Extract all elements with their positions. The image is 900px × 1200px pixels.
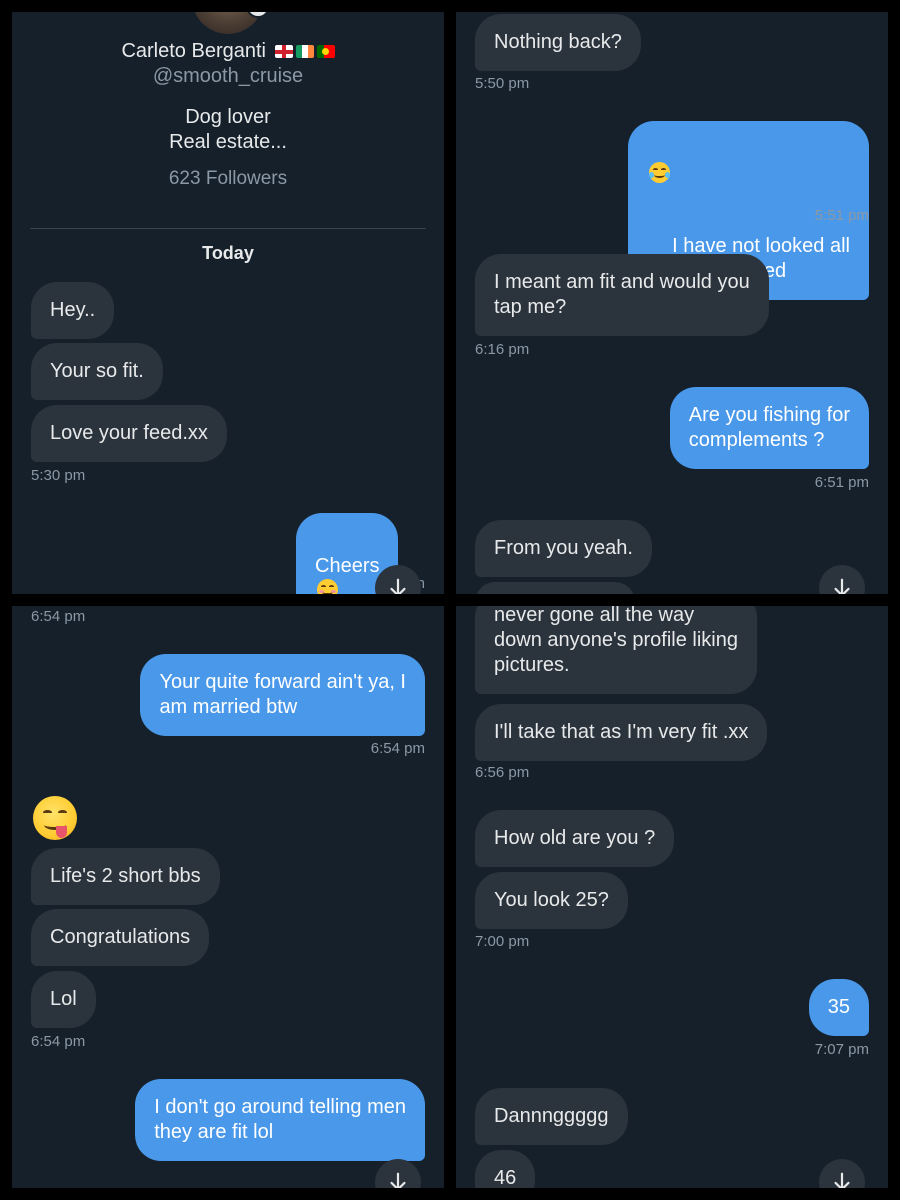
profile-bio: Dog lover Real estate...: [169, 106, 287, 153]
message-text: Cheers: [315, 555, 380, 577]
message-timestamp: 5:50 pm: [475, 75, 530, 92]
portugal-flag-icon: [316, 45, 335, 58]
message-timestamp: 6:54 pm: [370, 740, 425, 757]
message-bubble-incoming[interactable]: Love your feed.xx: [31, 405, 227, 462]
message-timestamp: 6:56 pm: [475, 764, 530, 781]
message-bubble-incoming[interactable]: You look 25?: [475, 872, 628, 929]
message-bubble-incoming[interactable]: I meant am fit and would you tap me?: [475, 254, 769, 336]
chat-panel-1: Carleto Berganti @smooth_cruise Dog love…: [12, 12, 444, 594]
scroll-to-bottom-button[interactable]: [819, 1159, 865, 1188]
scroll-to-bottom-button[interactable]: [819, 565, 865, 594]
profile-name-text: Carleto Berganti: [121, 40, 266, 62]
message-timestamp: 6:51 pm: [814, 474, 869, 491]
message-timestamp: 7:00 pm: [475, 933, 530, 950]
message-bubble-incoming[interactable]: never gone all the way down anyone's pro…: [475, 606, 757, 694]
ireland-flag-icon: [295, 45, 314, 58]
message-timestamp: 6:54 pm: [31, 1033, 86, 1050]
yum-face-icon[interactable]: [33, 796, 77, 840]
arrow-down-icon: [834, 578, 850, 594]
message-bubble-incoming[interactable]: Nothing back?: [475, 14, 641, 71]
message-bubble-outgoing[interactable]: Your quite forward ain't ya, I am marrie…: [140, 654, 425, 736]
message-bubble-incoming[interactable]: I'll take that as I'm very fit .xx: [475, 704, 768, 761]
message-timestamp: 5:51 pm: [814, 207, 869, 224]
arrow-down-icon: [390, 578, 406, 594]
chat-panel-4: never gone all the way down anyone's pro…: [456, 606, 888, 1188]
smiling-face-icon: [317, 579, 338, 594]
message-bubble-outgoing[interactable]: Are you fishing for complements ?: [669, 387, 869, 469]
date-header: Today: [202, 243, 254, 263]
arrow-down-icon: [390, 1172, 406, 1188]
rofl-icon: [649, 162, 671, 183]
england-flag-icon: [274, 45, 293, 58]
message-bubble-incoming[interactable]: Congratulations: [31, 909, 210, 966]
message-bubble-outgoing[interactable]: I don't go around telling men they are f…: [135, 1079, 425, 1161]
followers-count[interactable]: 623 Followers: [12, 168, 444, 190]
chat-panel-2: Nothing back? 5:50 pm I have not looked …: [456, 12, 888, 594]
chat-panel-3: 6:54 pm Your quite forward ain't ya, I a…: [12, 606, 444, 1188]
message-bubble-incoming[interactable]: Lol: [31, 971, 96, 1028]
message-bubble-incoming[interactable]: Hey..: [31, 282, 115, 339]
message-bubble-incoming[interactable]: 46: [475, 1150, 536, 1188]
profile-avatar[interactable]: [192, 12, 270, 34]
message-bubble-incoming[interactable]: Dannnggggg: [475, 1088, 628, 1145]
message-bubble-incoming-partial[interactable]: [475, 582, 635, 594]
message-timestamp: 6:16 pm: [475, 341, 530, 358]
message-timestamp: 5:30 pm: [31, 467, 86, 484]
profile-name[interactable]: Carleto Berganti: [12, 40, 444, 63]
divider: [30, 228, 426, 229]
message-timestamp: 6:54 pm: [31, 608, 86, 625]
message-timestamp: 7:07 pm: [814, 1041, 869, 1058]
message-bubble-outgoing[interactable]: 35: [808, 979, 869, 1036]
message-bubble-incoming[interactable]: Life's 2 short bbs: [31, 848, 220, 905]
avatar-badge: [246, 12, 270, 18]
message-bubble-incoming[interactable]: From you yeah.: [475, 520, 652, 577]
message-bubble-incoming[interactable]: How old are you ?: [475, 810, 675, 867]
scroll-to-bottom-button[interactable]: [375, 1159, 421, 1188]
arrow-down-icon: [834, 1172, 850, 1188]
message-bubble-incoming[interactable]: Your so fit.: [31, 343, 163, 400]
profile-handle[interactable]: @smooth_cruise: [12, 65, 444, 88]
